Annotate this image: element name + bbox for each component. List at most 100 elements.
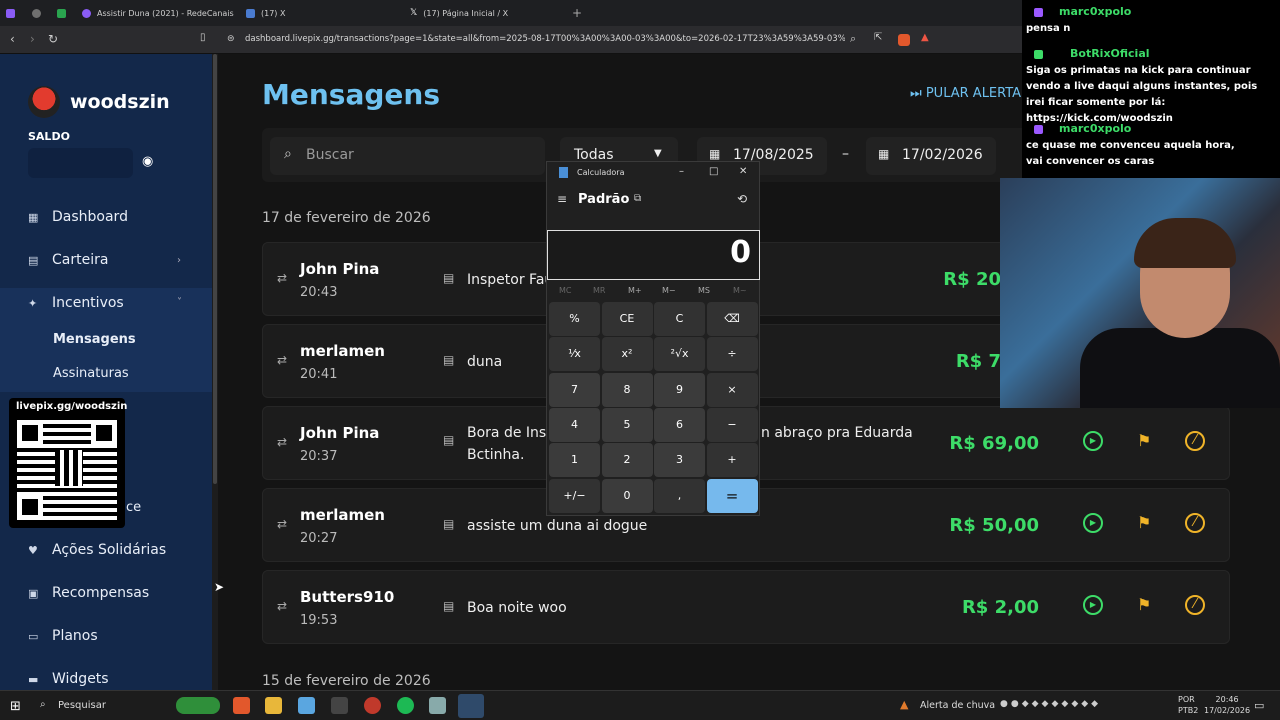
play-icon[interactable]: ▶ (1083, 513, 1103, 533)
taskbar-search-label: Pesquisar (58, 700, 106, 711)
browser-tab[interactable] (32, 3, 41, 23)
calc-key[interactable]: % (549, 302, 600, 336)
sidebar-item-planos[interactable]: ▭ Planos (28, 628, 98, 644)
calc-key[interactable]: 1 (549, 443, 600, 478)
flag-icon[interactable]: ⚑ (1137, 513, 1151, 532)
calc-key[interactable]: C (654, 302, 705, 336)
flag-icon[interactable]: ⚑ (1137, 595, 1151, 614)
clock[interactable]: 20:46 17/02/2026 (1204, 694, 1250, 716)
sidebar-subitem-assinaturas[interactable]: Assinaturas (53, 366, 129, 381)
calc-key[interactable]: CE (601, 302, 653, 336)
browser-tab[interactable] (57, 3, 66, 23)
minimize-icon[interactable]: – (679, 166, 684, 177)
play-icon[interactable]: ▶ (1083, 431, 1103, 451)
close-icon[interactable]: ✕ (739, 166, 747, 177)
calc-key[interactable]: + (706, 443, 758, 478)
app-icon[interactable] (364, 697, 381, 714)
tray-icons[interactable]: ●●◆◆◆◆◆◆◆◆ (1000, 699, 1101, 709)
browser-tab[interactable]: 𝕏 (17) Página Inicial / X (410, 3, 570, 23)
mem-ms[interactable]: MS (698, 286, 710, 295)
calc-key[interactable]: ⌫ (706, 302, 758, 336)
maximize-icon[interactable]: □ (709, 166, 718, 177)
sidebar-item-carteira[interactable]: ▤ Carteira (28, 252, 108, 268)
reload-icon[interactable]: ↻ (48, 32, 58, 46)
folder-icon[interactable] (265, 697, 282, 714)
calc-key[interactable]: = (706, 478, 758, 513)
sidebar-item-incentivos[interactable]: ✦ Incentivos (28, 295, 124, 311)
calc-key[interactable]: 2 (601, 443, 653, 478)
mem-mc[interactable]: MC (559, 286, 572, 295)
weather-text[interactable]: Alerta de chuva (920, 700, 995, 711)
app-icon[interactable] (331, 697, 348, 714)
calc-key[interactable]: ²√x (654, 337, 705, 372)
eye-icon[interactable]: ◉ (142, 154, 153, 169)
share-icon[interactable]: ⇱ (874, 32, 882, 43)
brand[interactable]: woodszin (28, 86, 170, 118)
rewards-icon[interactable]: ▲ (921, 32, 929, 43)
sidebar-item-widgets[interactable]: ▬ Widgets (28, 671, 109, 687)
calc-key[interactable]: +/− (549, 478, 600, 513)
block-icon[interactable]: ⁄ (1185, 595, 1205, 615)
notification-icon[interactable]: ▭ (1254, 699, 1264, 712)
sidebar-subitem-mensagens[interactable]: Mensagens (53, 332, 136, 347)
calc-key[interactable]: 8 (601, 372, 653, 407)
sidebar-item-acoes-solidarias[interactable]: ♥ Ações Solidárias (28, 542, 166, 558)
calc-key[interactable]: 9 (654, 372, 705, 407)
sidebar-item-partial[interactable]: ce (126, 500, 141, 515)
sidebar-item-dashboard[interactable]: ▦ Dashboard (28, 209, 128, 225)
browser-tab[interactable]: (17) X (246, 3, 396, 23)
calc-key[interactable]: , (654, 478, 705, 513)
calc-key[interactable]: 7 (549, 372, 600, 407)
search-input[interactable]: ⌕ Buscar (270, 137, 545, 175)
calc-key[interactable]: ÷ (706, 337, 758, 372)
weather-icon: ▲ (900, 698, 909, 711)
keep-on-top-icon[interactable]: ⧉ (634, 193, 641, 204)
sidebar-item-label: Carteira (52, 252, 109, 268)
site-info-icon[interactable]: ⊜ (227, 34, 235, 44)
language-indicator[interactable]: POR PTB2 (1178, 694, 1198, 716)
windows-start-icon[interactable]: ⊞ (10, 699, 21, 714)
forward-icon[interactable]: › (30, 32, 35, 46)
mem-list[interactable]: M~ (733, 286, 747, 295)
calc-key[interactable]: 4 (549, 407, 600, 442)
calc-key[interactable]: x² (601, 337, 653, 372)
calc-key[interactable]: × (706, 372, 758, 407)
history-icon[interactable]: ⟲ (737, 192, 747, 206)
date-to-field[interactable]: ▦ 17/02/2026 (866, 137, 996, 175)
calc-key[interactable]: 3 (654, 443, 705, 478)
calc-key[interactable]: 5 (601, 407, 653, 442)
browser-tab[interactable] (6, 3, 15, 23)
sidebar-item-recompensas[interactable]: ▣ Recompensas (28, 585, 149, 601)
sidebar-item-label: Widgets (52, 671, 109, 687)
table-row[interactable]: ⇄ Butters910 19:53 ▤ Boa noite woo R$ 2,… (262, 570, 1230, 644)
mem-mplus[interactable]: M+ (628, 286, 642, 295)
calculator-taskbar-icon[interactable] (458, 694, 484, 718)
donation-time: 20:43 (300, 285, 338, 300)
calc-key[interactable]: − (706, 407, 758, 442)
bookmark-icon[interactable]: ▯ (200, 32, 206, 43)
brave-shield-icon[interactable] (898, 34, 910, 46)
menu-icon[interactable]: ≡ (557, 192, 567, 206)
spotify-icon[interactable] (397, 697, 414, 714)
zoom-icon[interactable]: ⌕ (850, 32, 856, 46)
calc-key[interactable]: 0 (601, 478, 653, 513)
search-highlight-icon[interactable] (176, 697, 220, 714)
browser-tab[interactable]: Assistir Duna (2021) - RedeCanais (82, 3, 242, 23)
mem-mr[interactable]: MR (593, 286, 605, 295)
flag-icon[interactable]: ⚑ (1137, 431, 1151, 450)
new-tab-button[interactable]: + (572, 3, 582, 23)
play-icon[interactable]: ▶ (1083, 595, 1103, 615)
app-icon[interactable] (429, 697, 446, 714)
mem-mminus[interactable]: M− (662, 286, 676, 295)
block-icon[interactable]: ⁄ (1185, 431, 1205, 451)
brave-icon[interactable] (233, 697, 250, 714)
url-field[interactable]: dashboard.livepix.gg/transactions?page=1… (245, 34, 845, 44)
skip-alert-button[interactable]: ⏭ PULAR ALERTA (910, 86, 1021, 101)
app-icon[interactable] (298, 697, 315, 714)
search-placeholder: Buscar (306, 147, 354, 163)
calc-key[interactable]: 6 (654, 407, 705, 442)
calc-key[interactable]: ¹⁄x (549, 337, 600, 372)
block-icon[interactable]: ⁄ (1185, 513, 1205, 533)
donor-name: merlamen (300, 506, 385, 524)
back-icon[interactable]: ‹ (10, 32, 15, 46)
